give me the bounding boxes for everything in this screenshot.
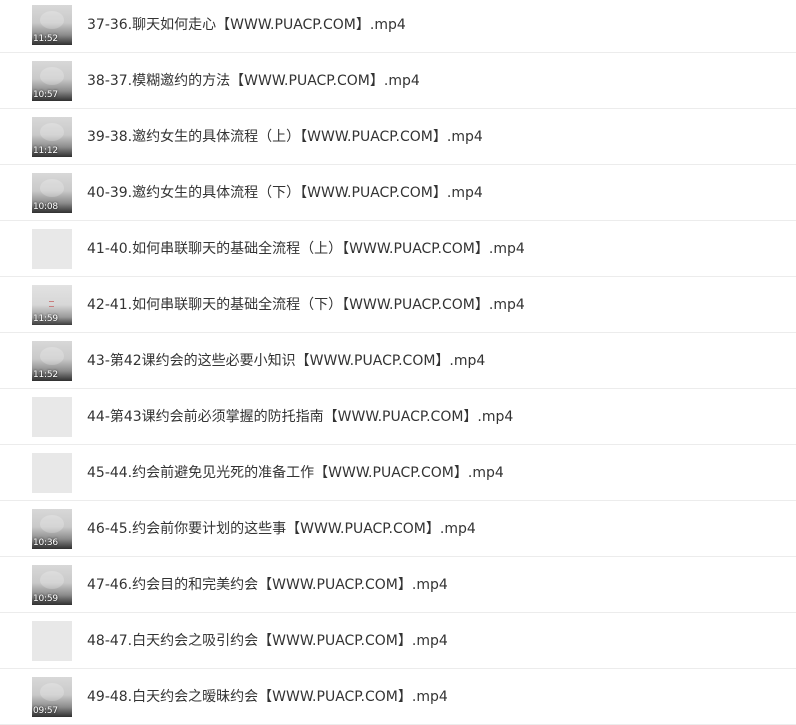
video-thumbnail[interactable]: 09:57 — [32, 677, 72, 717]
video-thumbnail[interactable]: 11:52 — [32, 5, 72, 45]
file-name[interactable]: 48-47.白天约会之吸引约会【WWW.PUACP.COM】.mp4 — [87, 631, 448, 651]
video-duration: 10:36 — [33, 538, 58, 548]
video-duration: 10:57 — [33, 90, 58, 100]
file-name[interactable]: 49-48.白天约会之暧昧约会【WWW.PUACP.COM】.mp4 — [87, 687, 448, 707]
file-name[interactable]: 41-40.如何串联聊天的基础全流程（上）【WWW.PUACP.COM】.mp4 — [87, 239, 525, 259]
video-thumbnail[interactable]: 11:12 — [32, 117, 72, 157]
file-name[interactable]: 45-44.约会前避免见光死的准备工作【WWW.PUACP.COM】.mp4 — [87, 463, 504, 483]
file-name[interactable]: 38-37.模糊邀约的方法【WWW.PUACP.COM】.mp4 — [87, 71, 420, 91]
file-row[interactable]: 09:57 49-48.白天约会之暧昧约会【WWW.PUACP.COM】.mp4 — [0, 669, 796, 725]
file-name[interactable]: 47-46.约会目的和完美约会【WWW.PUACP.COM】.mp4 — [87, 575, 448, 595]
file-row[interactable]: 11:52 37-36.聊天如何走心【WWW.PUACP.COM】.mp4 — [0, 0, 796, 53]
file-name[interactable]: 44-第43课约会前必须掌握的防托指南【WWW.PUACP.COM】.mp4 — [87, 407, 513, 427]
file-row[interactable]: 41-40.如何串联聊天的基础全流程（上）【WWW.PUACP.COM】.mp4 — [0, 221, 796, 277]
file-row[interactable]: 11:59 42-41.如何串联聊天的基础全流程（下）【WWW.PUACP.CO… — [0, 277, 796, 333]
thumbnail-placeholder[interactable] — [32, 397, 72, 437]
thumbnail-placeholder[interactable] — [32, 621, 72, 661]
video-duration: 11:59 — [33, 314, 58, 324]
video-file-list: 11:52 37-36.聊天如何走心【WWW.PUACP.COM】.mp4 10… — [0, 0, 796, 725]
file-name[interactable]: 39-38.邀约女生的具体流程（上）【WWW.PUACP.COM】.mp4 — [87, 127, 483, 147]
broken-image-icon — [49, 301, 54, 307]
file-row[interactable]: 44-第43课约会前必须掌握的防托指南【WWW.PUACP.COM】.mp4 — [0, 389, 796, 445]
file-row[interactable]: 10:08 40-39.邀约女生的具体流程（下）【WWW.PUACP.COM】.… — [0, 165, 796, 221]
video-thumbnail[interactable]: 10:59 — [32, 565, 72, 605]
video-duration: 11:52 — [33, 370, 58, 380]
video-duration: 11:52 — [33, 34, 58, 44]
file-row[interactable]: 11:52 43-第42课约会的这些必要小知识【WWW.PUACP.COM】.m… — [0, 333, 796, 389]
file-row[interactable]: 48-47.白天约会之吸引约会【WWW.PUACP.COM】.mp4 — [0, 613, 796, 669]
file-row[interactable]: 11:12 39-38.邀约女生的具体流程（上）【WWW.PUACP.COM】.… — [0, 109, 796, 165]
file-row[interactable]: 10:59 47-46.约会目的和完美约会【WWW.PUACP.COM】.mp4 — [0, 557, 796, 613]
file-row[interactable]: 10:36 46-45.约会前你要计划的这些事【WWW.PUACP.COM】.m… — [0, 501, 796, 557]
video-duration: 10:08 — [33, 202, 58, 212]
video-thumbnail[interactable]: 11:52 — [32, 341, 72, 381]
thumbnail-placeholder[interactable] — [32, 229, 72, 269]
file-row[interactable]: 10:57 38-37.模糊邀约的方法【WWW.PUACP.COM】.mp4 — [0, 53, 796, 109]
video-duration: 10:59 — [33, 594, 58, 604]
file-name[interactable]: 43-第42课约会的这些必要小知识【WWW.PUACP.COM】.mp4 — [87, 351, 485, 371]
video-duration: 11:12 — [33, 146, 58, 156]
video-thumbnail[interactable]: 10:57 — [32, 61, 72, 101]
thumbnail-placeholder[interactable] — [32, 453, 72, 493]
file-name[interactable]: 46-45.约会前你要计划的这些事【WWW.PUACP.COM】.mp4 — [87, 519, 476, 539]
video-thumbnail[interactable]: 10:36 — [32, 509, 72, 549]
video-thumbnail[interactable]: 10:08 — [32, 173, 72, 213]
file-name[interactable]: 37-36.聊天如何走心【WWW.PUACP.COM】.mp4 — [87, 15, 406, 35]
file-name[interactable]: 40-39.邀约女生的具体流程（下）【WWW.PUACP.COM】.mp4 — [87, 183, 483, 203]
file-row[interactable]: 45-44.约会前避免见光死的准备工作【WWW.PUACP.COM】.mp4 — [0, 445, 796, 501]
broken-thumbnail[interactable]: 11:59 — [32, 285, 72, 325]
file-name[interactable]: 42-41.如何串联聊天的基础全流程（下）【WWW.PUACP.COM】.mp4 — [87, 295, 525, 315]
video-duration: 09:57 — [33, 706, 58, 716]
